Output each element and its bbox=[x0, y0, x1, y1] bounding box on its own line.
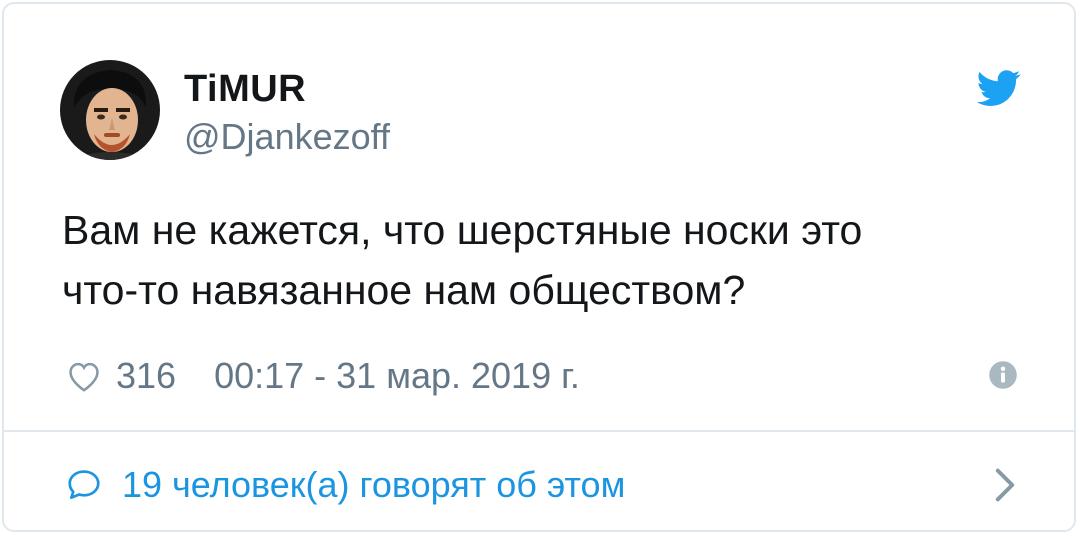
like-count[interactable]: 316 bbox=[116, 355, 176, 397]
avatar-portrait-icon bbox=[60, 60, 160, 160]
heart-icon[interactable] bbox=[64, 357, 104, 395]
tweet-meta: 316 00:17 - 31 мар. 2019 г. bbox=[64, 354, 580, 398]
tweet-text-line: Вам не кажется, что шерстяные носки это bbox=[62, 207, 863, 253]
tweet-card: TiMUR @Djankezoff Вам не кажется, что ше… bbox=[2, 2, 1076, 532]
replies-text[interactable]: 19 человек(а) говорят об этом bbox=[122, 464, 625, 506]
twitter-bird-icon[interactable] bbox=[974, 66, 1024, 110]
speech-bubble-icon bbox=[68, 470, 100, 500]
info-icon[interactable] bbox=[988, 360, 1018, 390]
avatar[interactable] bbox=[60, 60, 160, 160]
replies-link[interactable]: 19 человек(а) говорят об этом bbox=[64, 460, 1024, 510]
tweet-text-line: что-то навязанное нам обществом? bbox=[62, 267, 746, 313]
timestamp[interactable]: 00:17 - 31 мар. 2019 г. bbox=[214, 355, 580, 397]
tweet-text: Вам не кажется, что шерстяные носки это … bbox=[62, 200, 1022, 320]
user-handle[interactable]: @Djankezoff bbox=[184, 116, 390, 158]
display-name[interactable]: TiMUR bbox=[184, 68, 306, 111]
divider bbox=[4, 430, 1074, 432]
chevron-right-icon[interactable] bbox=[994, 467, 1016, 503]
